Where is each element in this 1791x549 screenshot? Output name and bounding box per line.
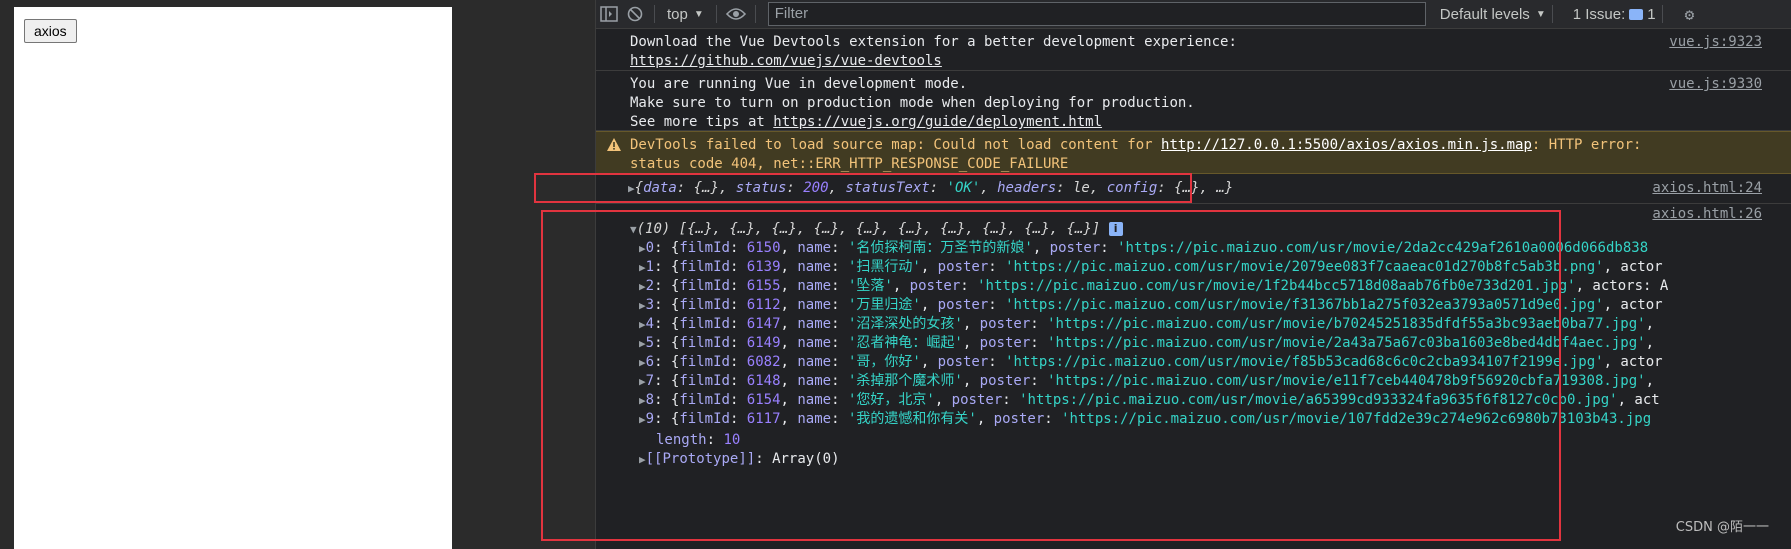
message-link[interactable]: https://github.com/vuejs/vue-devtools bbox=[630, 53, 942, 69]
context-selector[interactable]: top ▼ bbox=[661, 6, 710, 23]
message-text: Download the Vue Devtools extension for … bbox=[630, 34, 1237, 50]
highlight-box bbox=[541, 210, 1561, 541]
warning-message: DevTools failed to load source map: Coul… bbox=[596, 131, 1791, 174]
warning-text: : HTTP error: bbox=[1531, 137, 1642, 153]
toolbar-separator bbox=[1661, 5, 1663, 23]
toolbar-separator bbox=[654, 5, 655, 23]
console-message: You are running Vue in development mode.… bbox=[596, 71, 1791, 131]
context-label: top bbox=[667, 5, 688, 23]
source-link[interactable]: vue.js:9323 bbox=[1669, 33, 1762, 52]
issues-count: 1 bbox=[1647, 5, 1656, 23]
console-message: Download the Vue Devtools extension for … bbox=[596, 29, 1791, 71]
issue-icon bbox=[1629, 8, 1644, 20]
watermark: CSDN @陌一一 bbox=[1675, 520, 1769, 535]
eye-icon[interactable] bbox=[723, 3, 749, 25]
sidebar-toggle-icon[interactable] bbox=[596, 3, 622, 25]
message-text: See more tips at bbox=[630, 114, 774, 130]
rendered-page: axios bbox=[14, 7, 452, 549]
source-link[interactable]: axios.html:24 bbox=[1652, 179, 1762, 198]
message-text: You are running Vue in development mode. bbox=[630, 76, 968, 92]
clear-console-icon[interactable] bbox=[622, 3, 648, 25]
console-toolbar: top ▼ Filter Default levels ▼ 1 Issue: 1… bbox=[596, 0, 1791, 29]
source-link[interactable]: vue.js:9330 bbox=[1669, 75, 1762, 94]
filter-input[interactable]: Filter bbox=[767, 2, 1426, 26]
issues-button[interactable]: 1 Issue: 1 bbox=[1573, 6, 1656, 23]
warning-icon bbox=[607, 138, 621, 151]
toolbar-separator bbox=[715, 5, 717, 23]
toolbar-separator bbox=[1551, 5, 1553, 23]
axios-button[interactable]: axios bbox=[24, 19, 77, 43]
log-levels-dropdown[interactable]: Default levels ▼ bbox=[1440, 6, 1546, 23]
message-link[interactable]: https://vuejs.org/guide/deployment.html bbox=[773, 114, 1102, 130]
caret-down-icon: ▼ bbox=[693, 8, 704, 20]
gear-icon[interactable]: ⚙ bbox=[1685, 5, 1695, 24]
levels-label: Default levels bbox=[1439, 5, 1530, 23]
caret-down-icon: ▼ bbox=[1535, 8, 1546, 20]
highlight-box bbox=[534, 173, 1192, 203]
toolbar-separator bbox=[754, 5, 756, 23]
devtools-panel: top ▼ Filter Default levels ▼ 1 Issue: 1… bbox=[534, 0, 1791, 549]
warning-text: status code 404, net::ERR_HTTP_RESPONSE_… bbox=[630, 156, 1069, 172]
issues-label: 1 Issue: bbox=[1572, 5, 1626, 23]
message-text: Make sure to turn on production mode whe… bbox=[630, 95, 1195, 111]
warning-text: DevTools failed to load source map: Coul… bbox=[630, 137, 1162, 153]
warning-link[interactable]: http://127.0.0.1:5500/axios/axios.min.js… bbox=[1161, 137, 1532, 153]
